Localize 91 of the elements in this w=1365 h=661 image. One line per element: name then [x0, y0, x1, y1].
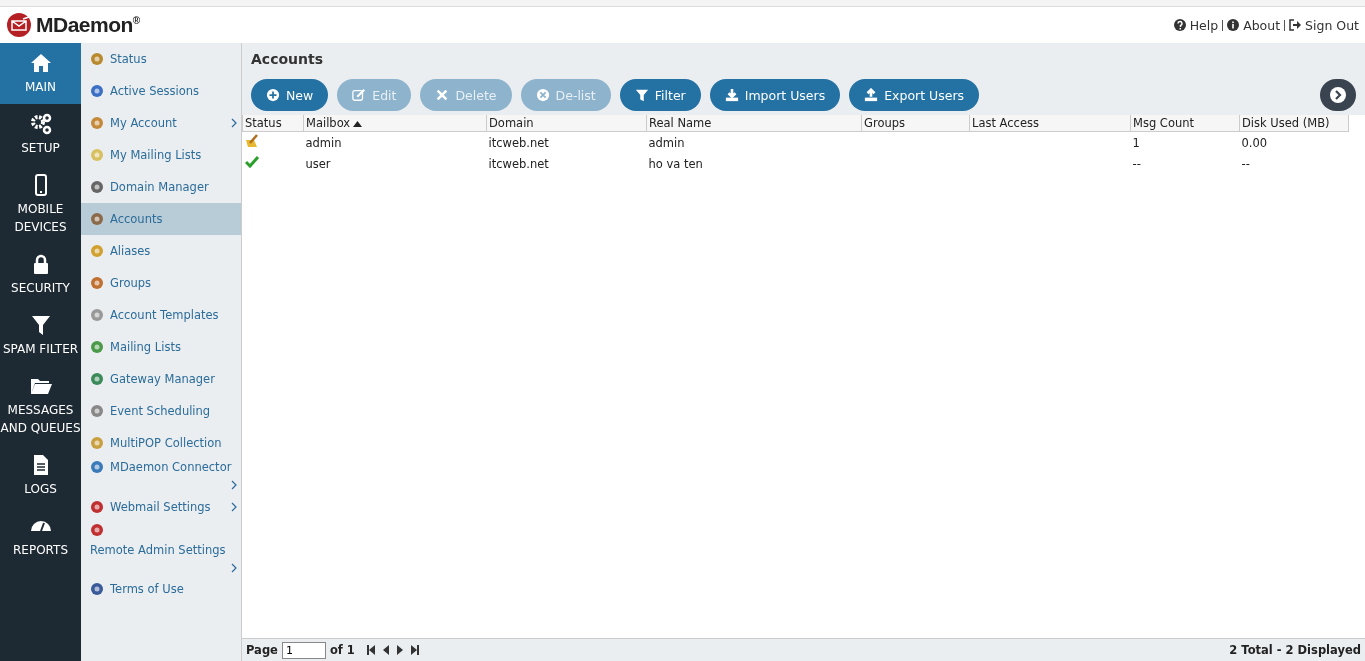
column-header[interactable]: Last Access	[969, 115, 1131, 132]
table-cell: itcweb.net	[488, 156, 549, 171]
column-header[interactable]: Mailbox	[303, 115, 487, 132]
last-page-icon[interactable]	[410, 645, 419, 655]
menu-item-icon	[90, 404, 104, 418]
page-title: Accounts	[251, 51, 324, 67]
table-cell: admin	[305, 135, 342, 150]
toolbar-button[interactable]: Export Users	[849, 79, 980, 111]
previous-page-icon[interactable]	[382, 645, 389, 655]
nav-item[interactable]: SETUP	[0, 104, 81, 165]
menu-item[interactable]: MultiPOP Collection	[81, 427, 241, 459]
record-summary: 2 Total - 2 Displayed	[1229, 643, 1361, 657]
column-header[interactable]: Status	[242, 115, 304, 132]
menu-item[interactable]: Webmail Settings	[81, 491, 241, 523]
funnel-icon	[634, 88, 649, 102]
chevron-right-icon	[1329, 86, 1347, 104]
menu-item-icon	[90, 340, 104, 354]
menu-item[interactable]: MDaemon Connector	[81, 459, 241, 491]
x-icon	[435, 88, 450, 102]
edit-icon	[352, 88, 367, 102]
table-cell: itcweb.net	[488, 135, 549, 150]
menu-item-icon	[90, 308, 104, 322]
menu-item[interactable]: Domain Manager	[81, 171, 241, 203]
next-button[interactable]	[1320, 79, 1356, 111]
table-cell: --	[1132, 156, 1141, 171]
x-circle-icon	[535, 88, 550, 102]
nav-item[interactable]: LOGS	[0, 445, 81, 506]
page-number-field[interactable]: 1	[281, 641, 326, 659]
menu-item[interactable]: Aliases	[81, 235, 241, 267]
table-cell: ho va ten	[648, 156, 703, 171]
menu-item-icon	[90, 180, 104, 194]
column-header[interactable]: Msg Count	[1130, 115, 1240, 132]
nav-item[interactable]: MESSAGES AND QUEUES	[0, 366, 81, 445]
menu-item[interactable]: My Account	[81, 107, 241, 139]
menu-item[interactable]: Terms of Use	[81, 573, 241, 605]
menu-item-icon	[90, 500, 104, 514]
help-icon	[1173, 19, 1186, 31]
column-header[interactable]: Domain	[486, 115, 647, 132]
header-link[interactable]: Help	[1173, 17, 1219, 33]
menu-item-icon	[90, 276, 104, 290]
download-icon	[724, 88, 739, 102]
menu-item-icon	[90, 212, 104, 226]
table-cell: user	[305, 156, 331, 171]
menu-item[interactable]: Event Scheduling	[81, 395, 241, 427]
plus-icon	[266, 88, 280, 102]
toolbar-button[interactable]: Filter	[619, 79, 701, 111]
menu-item[interactable]: My Mailing Lists	[81, 139, 241, 171]
table-cell: admin	[648, 135, 685, 150]
menu-item-icon	[90, 460, 104, 474]
menu-item-icon	[90, 116, 104, 130]
table-cell: --	[1241, 156, 1250, 171]
toolbar-button[interactable]: Import Users	[709, 79, 841, 111]
menu-item[interactable]: Status	[81, 43, 241, 75]
gears-icon	[28, 112, 53, 136]
nav-item[interactable]: MAIN	[0, 43, 81, 104]
menu-item[interactable]: Active Sessions	[81, 75, 241, 107]
menu-item[interactable]: Mailing Lists	[81, 331, 241, 363]
nav-item[interactable]: REPORTS	[0, 506, 81, 567]
header-link[interactable]: About	[1227, 17, 1281, 33]
menu-item-icon	[90, 84, 104, 98]
header-link[interactable]: Sign Out	[1289, 17, 1359, 33]
menu-item-icon	[90, 52, 104, 66]
menu-item-icon	[90, 244, 104, 258]
toolbar-button[interactable]: New	[251, 79, 329, 111]
next-page-icon[interactable]	[396, 645, 403, 655]
nav-item[interactable]: SPAM FILTER	[0, 305, 81, 366]
info-icon	[1227, 19, 1240, 31]
app-logo-text: MDaemon$^{®}$	[36, 13, 140, 37]
table-cell: 1	[1132, 135, 1140, 150]
upload-icon	[864, 88, 879, 102]
menu-item-icon	[90, 372, 104, 386]
menu-item[interactable]: Groups	[81, 267, 241, 299]
column-header[interactable]: Groups	[861, 115, 970, 132]
menu-item-icon	[90, 148, 104, 162]
menu-item[interactable]: Gateway Manager	[81, 363, 241, 395]
envelope-logo-icon	[6, 12, 34, 38]
page-label: Page	[246, 643, 278, 657]
sign-out-icon	[1289, 19, 1302, 31]
page-count: of 1	[329, 643, 355, 657]
column-header[interactable]: Real Name	[646, 115, 862, 132]
menu-item[interactable]: Account Templates	[81, 299, 241, 331]
column-header[interactable]: Disk Used (MB)	[1239, 115, 1349, 132]
menu-item-icon	[90, 436, 104, 450]
menu-item[interactable]: Remote Admin Settings	[81, 523, 241, 573]
table-cell: 0.00	[1241, 135, 1268, 150]
nav-item[interactable]: SECURITY	[0, 244, 81, 305]
menu-item-icon	[90, 582, 104, 596]
menu-item[interactable]: Accounts	[81, 203, 241, 235]
menu-item-icon	[90, 523, 104, 537]
nav-item[interactable]: MOBILE DEVICES	[0, 165, 81, 244]
first-page-icon[interactable]	[366, 645, 375, 655]
